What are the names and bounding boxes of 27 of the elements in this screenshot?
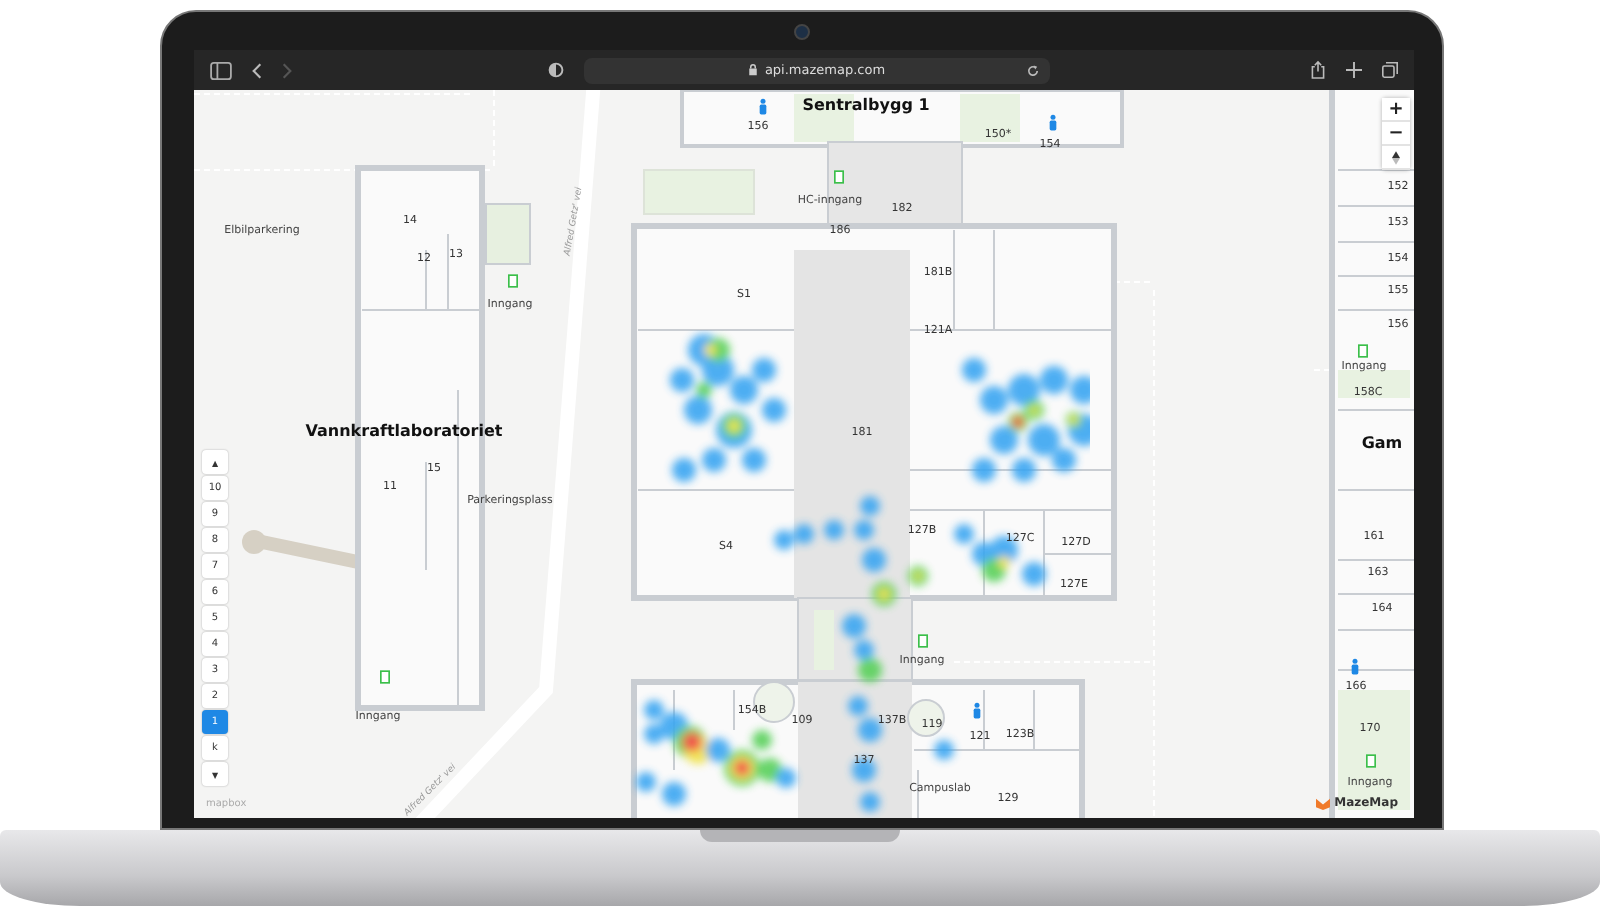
door-icon [1366, 754, 1376, 768]
door-icon [508, 274, 518, 288]
person-icon [758, 98, 768, 116]
zoom-out-button[interactable]: − [1382, 122, 1410, 146]
person-icon [1350, 658, 1360, 676]
building-name: Gam [1361, 436, 1403, 452]
lock-icon [748, 64, 759, 76]
building-name: Vannkraftlaboratoriet [305, 424, 503, 440]
person-icon [972, 702, 982, 720]
door-icon [380, 670, 390, 684]
door-icon [834, 170, 844, 184]
plus-icon[interactable] [1346, 62, 1362, 78]
zoom-in-button[interactable]: + [1382, 98, 1410, 122]
door-icon [918, 634, 928, 648]
compass-button[interactable] [1382, 146, 1410, 170]
tabs-icon[interactable] [1382, 62, 1398, 78]
logo-icon [1316, 796, 1331, 810]
compass-icon [1392, 149, 1400, 165]
camera-icon [794, 24, 810, 40]
door-icon [1358, 344, 1368, 358]
share-icon[interactable] [1310, 60, 1326, 80]
shield-icon[interactable] [548, 62, 564, 78]
person-icon [1048, 114, 1058, 132]
building-name: Sentralbygg 1 [802, 98, 930, 114]
back-icon[interactable] [252, 61, 262, 79]
sidebar-icon[interactable] [210, 61, 232, 79]
reload-icon[interactable] [1026, 63, 1040, 77]
